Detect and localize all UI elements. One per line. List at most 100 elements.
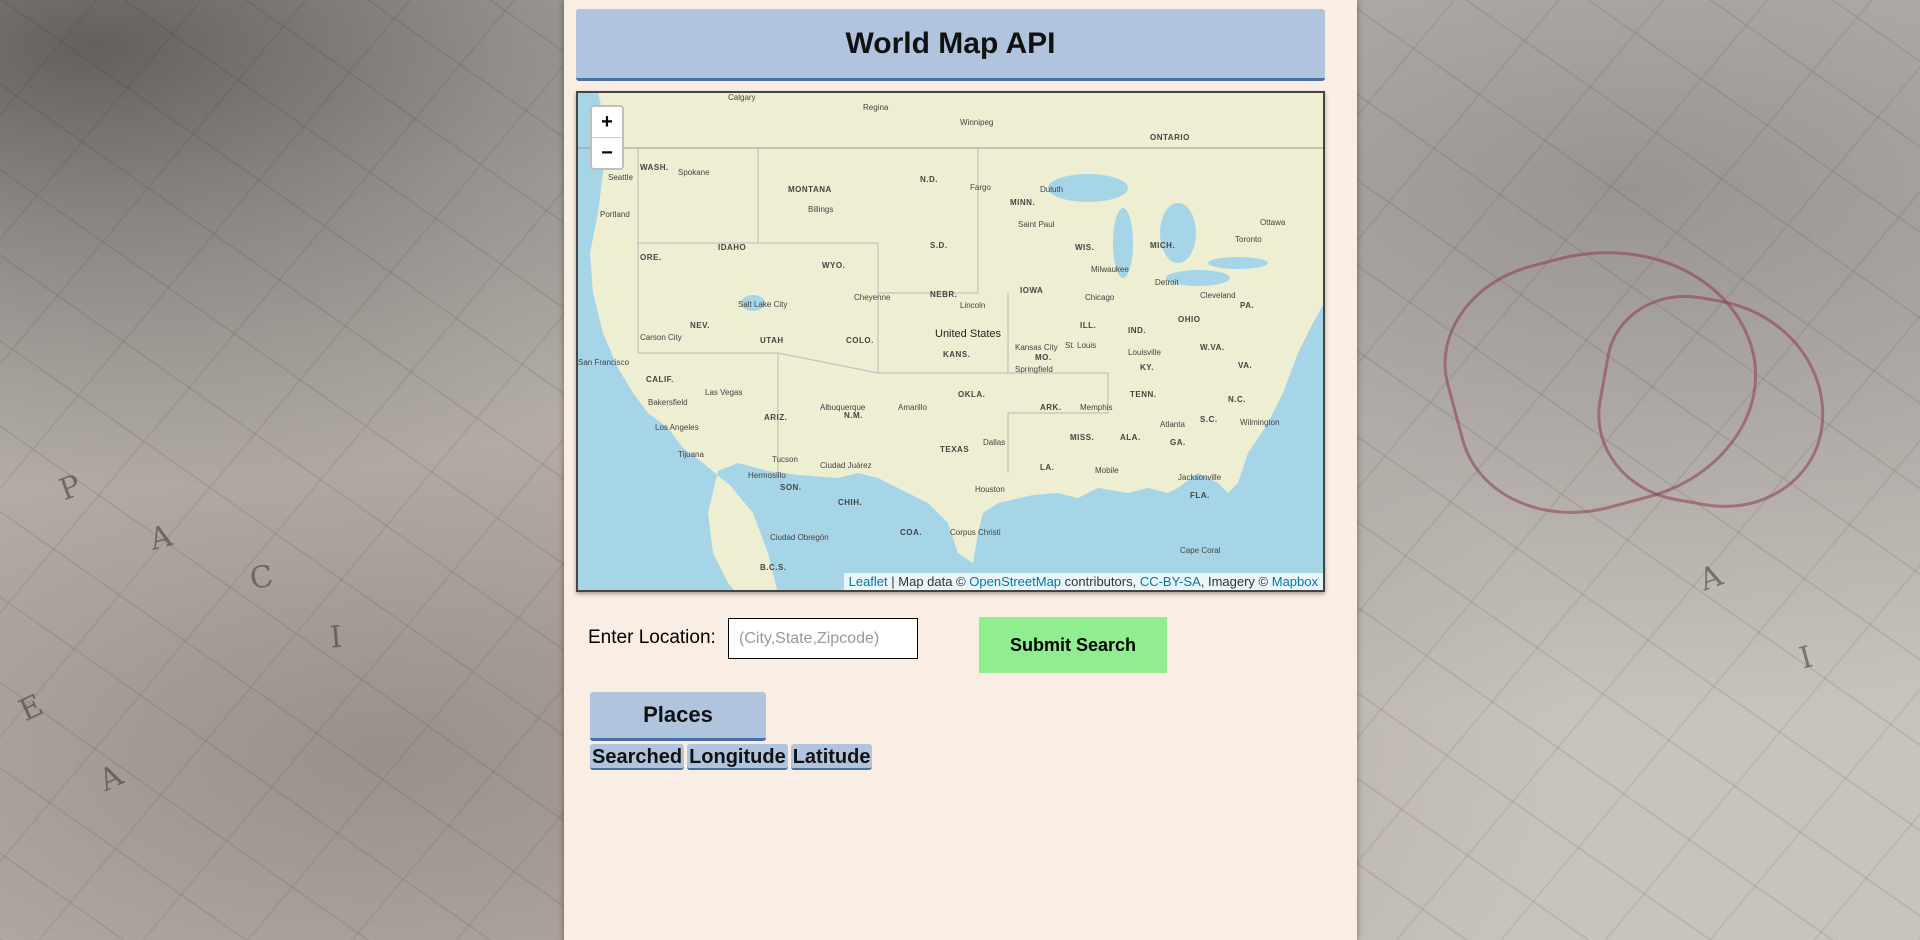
map-label-colo: COLO. <box>846 336 874 345</box>
map-label-utah: UTAH <box>760 336 784 345</box>
map-label-ore: ORE. <box>640 253 662 262</box>
map-label-sc: S.C. <box>1200 415 1218 424</box>
map-label-ontario: ONTARIO <box>1150 133 1190 142</box>
map-label-amarillo: Amarillo <box>898 403 927 412</box>
map-label-ind: IND. <box>1128 326 1146 335</box>
map-label-country: United States <box>935 328 1002 340</box>
map-label-chicago: Chicago <box>1085 293 1115 302</box>
map-label-ciudad-juarez: Ciudad Juárez <box>820 461 872 470</box>
map-label-dallas: Dallas <box>983 438 1006 447</box>
map-label-hermosillo: Hermosillo <box>748 471 786 480</box>
map-label-pa: PA. <box>1240 301 1255 310</box>
map-label-ariz: ARIZ. <box>764 413 788 422</box>
leaflet-link[interactable]: Leaflet <box>849 574 888 589</box>
page-header: World Map API <box>576 9 1325 81</box>
map-label-ill: ILL. <box>1080 321 1097 330</box>
zoom-out-button[interactable]: − <box>592 137 622 168</box>
map-label-ga: GA. <box>1170 438 1186 447</box>
map-label-calif: CALIF. <box>646 375 674 384</box>
submit-search-button[interactable]: Submit Search <box>979 617 1167 673</box>
map-label-mo: MO. <box>1035 353 1052 362</box>
map-label-saint-paul: Saint Paul <box>1018 220 1055 229</box>
map-label-nm: N.M. <box>844 411 863 420</box>
map-label-ohio: OHIO <box>1178 315 1201 324</box>
map-label-la: LA. <box>1040 463 1055 472</box>
main-panel: World Map API United States ONTARIO WASH… <box>564 0 1357 940</box>
map-label-las-vegas: Las Vegas <box>705 388 743 397</box>
places-button[interactable]: Places <box>590 692 766 741</box>
map-label-coa: COA. <box>900 528 922 537</box>
map-label-wash: WASH. <box>640 163 669 172</box>
map-label-detroit: Detroit <box>1155 278 1179 287</box>
map-label-mich: MICH. <box>1150 241 1176 250</box>
map-label-wis: WIS. <box>1075 243 1095 252</box>
map-label-atlanta: Atlanta <box>1160 420 1185 429</box>
search-label: Enter Location: <box>588 627 716 648</box>
attribution-text-contributors: contributors, <box>1061 574 1140 589</box>
map-label-ky: KY. <box>1140 363 1154 372</box>
map-label-salt-lake-city: Salt Lake City <box>738 300 788 309</box>
map-label-miss: MISS. <box>1070 433 1095 442</box>
column-header-searched: Searched <box>590 744 685 770</box>
map-label-tenn: TENN. <box>1130 390 1157 399</box>
map-label-louisville: Louisville <box>1128 348 1161 357</box>
map-label-ottawa: Ottawa <box>1260 218 1286 227</box>
map-label-wva: W.VA. <box>1200 343 1225 352</box>
map-label-ark: ARK. <box>1040 403 1062 412</box>
map-label-nc: N.C. <box>1228 395 1246 404</box>
map-label-albuquerque: Albuquerque <box>820 403 866 412</box>
map-label-bakersfield: Bakersfield <box>648 398 688 407</box>
map-label-nd: N.D. <box>920 175 938 184</box>
map-label-duluth: Duluth <box>1040 185 1064 194</box>
map-label-wilmington: Wilmington <box>1240 418 1280 427</box>
location-input[interactable] <box>728 618 918 659</box>
map-label-texas: TEXAS <box>940 445 970 454</box>
map-label-idaho: IDAHO <box>718 243 747 252</box>
map-attribution: Leaflet | Map data © OpenStreetMap contr… <box>843 573 1323 590</box>
map-label-spokane: Spokane <box>678 168 710 177</box>
map-label-chih: CHIH. <box>838 498 863 507</box>
search-form: Enter Location: Submit Search <box>588 617 1308 677</box>
map-label-kansas-city: Kansas City <box>1015 343 1058 352</box>
map-view[interactable]: United States ONTARIO WASH. MONTANA N.D.… <box>576 91 1325 592</box>
map-label-los-angeles: Los Angeles <box>655 423 699 432</box>
map-label-regina: Regina <box>863 103 889 112</box>
map-label-montana: MONTANA <box>788 185 832 194</box>
map-label-cape-coral: Cape Coral <box>1180 546 1221 555</box>
attribution-text-imagery: , Imagery © <box>1200 574 1272 589</box>
mapbox-link[interactable]: Mapbox <box>1272 574 1318 589</box>
map-label-kans: KANS. <box>943 350 971 359</box>
map-label-winnipeg: Winnipeg <box>960 118 994 127</box>
map-label-cheyenne: Cheyenne <box>854 293 891 302</box>
map-label-carson-city: Carson City <box>640 333 682 342</box>
map-label-springfield: Springfield <box>1015 365 1053 374</box>
map-label-nev: NEV. <box>690 321 710 330</box>
map-label-fla: FLA. <box>1190 491 1210 500</box>
map-label-billings: Billings <box>808 205 834 214</box>
map-label-jacksonville: Jacksonville <box>1178 473 1222 482</box>
map-label-wyo: WYO. <box>822 261 846 270</box>
map-label-houston: Houston <box>975 485 1005 494</box>
map-label-ala: ALA. <box>1120 433 1141 442</box>
openstreetmap-link[interactable]: OpenStreetMap <box>969 574 1061 589</box>
map-label-iowa: IOWA <box>1020 286 1044 295</box>
map-label-portland: Portland <box>600 210 630 219</box>
map-label-seattle: Seattle <box>608 173 633 182</box>
zoom-in-button[interactable]: + <box>592 107 622 137</box>
map-label-memphis: Memphis <box>1080 403 1113 412</box>
map-label-fargo: Fargo <box>970 183 991 192</box>
map-label-bcs: B.C.S. <box>760 563 787 572</box>
license-link[interactable]: CC-BY-SA <box>1140 574 1201 589</box>
map-label-corpus-christi: Corpus Christi <box>950 528 1001 537</box>
column-header-latitude: Latitude <box>790 744 873 770</box>
map-label-tijuana: Tijuana <box>678 450 704 459</box>
map-label-cleveland: Cleveland <box>1200 291 1236 300</box>
map-label-tucson: Tucson <box>772 455 798 464</box>
map-label-mobile: Mobile <box>1095 466 1119 475</box>
column-header-longitude: Longitude <box>687 744 788 770</box>
map-label-son: SON. <box>780 483 802 492</box>
attribution-text-mapdata: | Map data © <box>887 574 970 589</box>
page-title: World Map API <box>845 26 1056 60</box>
map-label-va: VA. <box>1238 361 1253 370</box>
map-label-sd: S.D. <box>930 241 948 250</box>
